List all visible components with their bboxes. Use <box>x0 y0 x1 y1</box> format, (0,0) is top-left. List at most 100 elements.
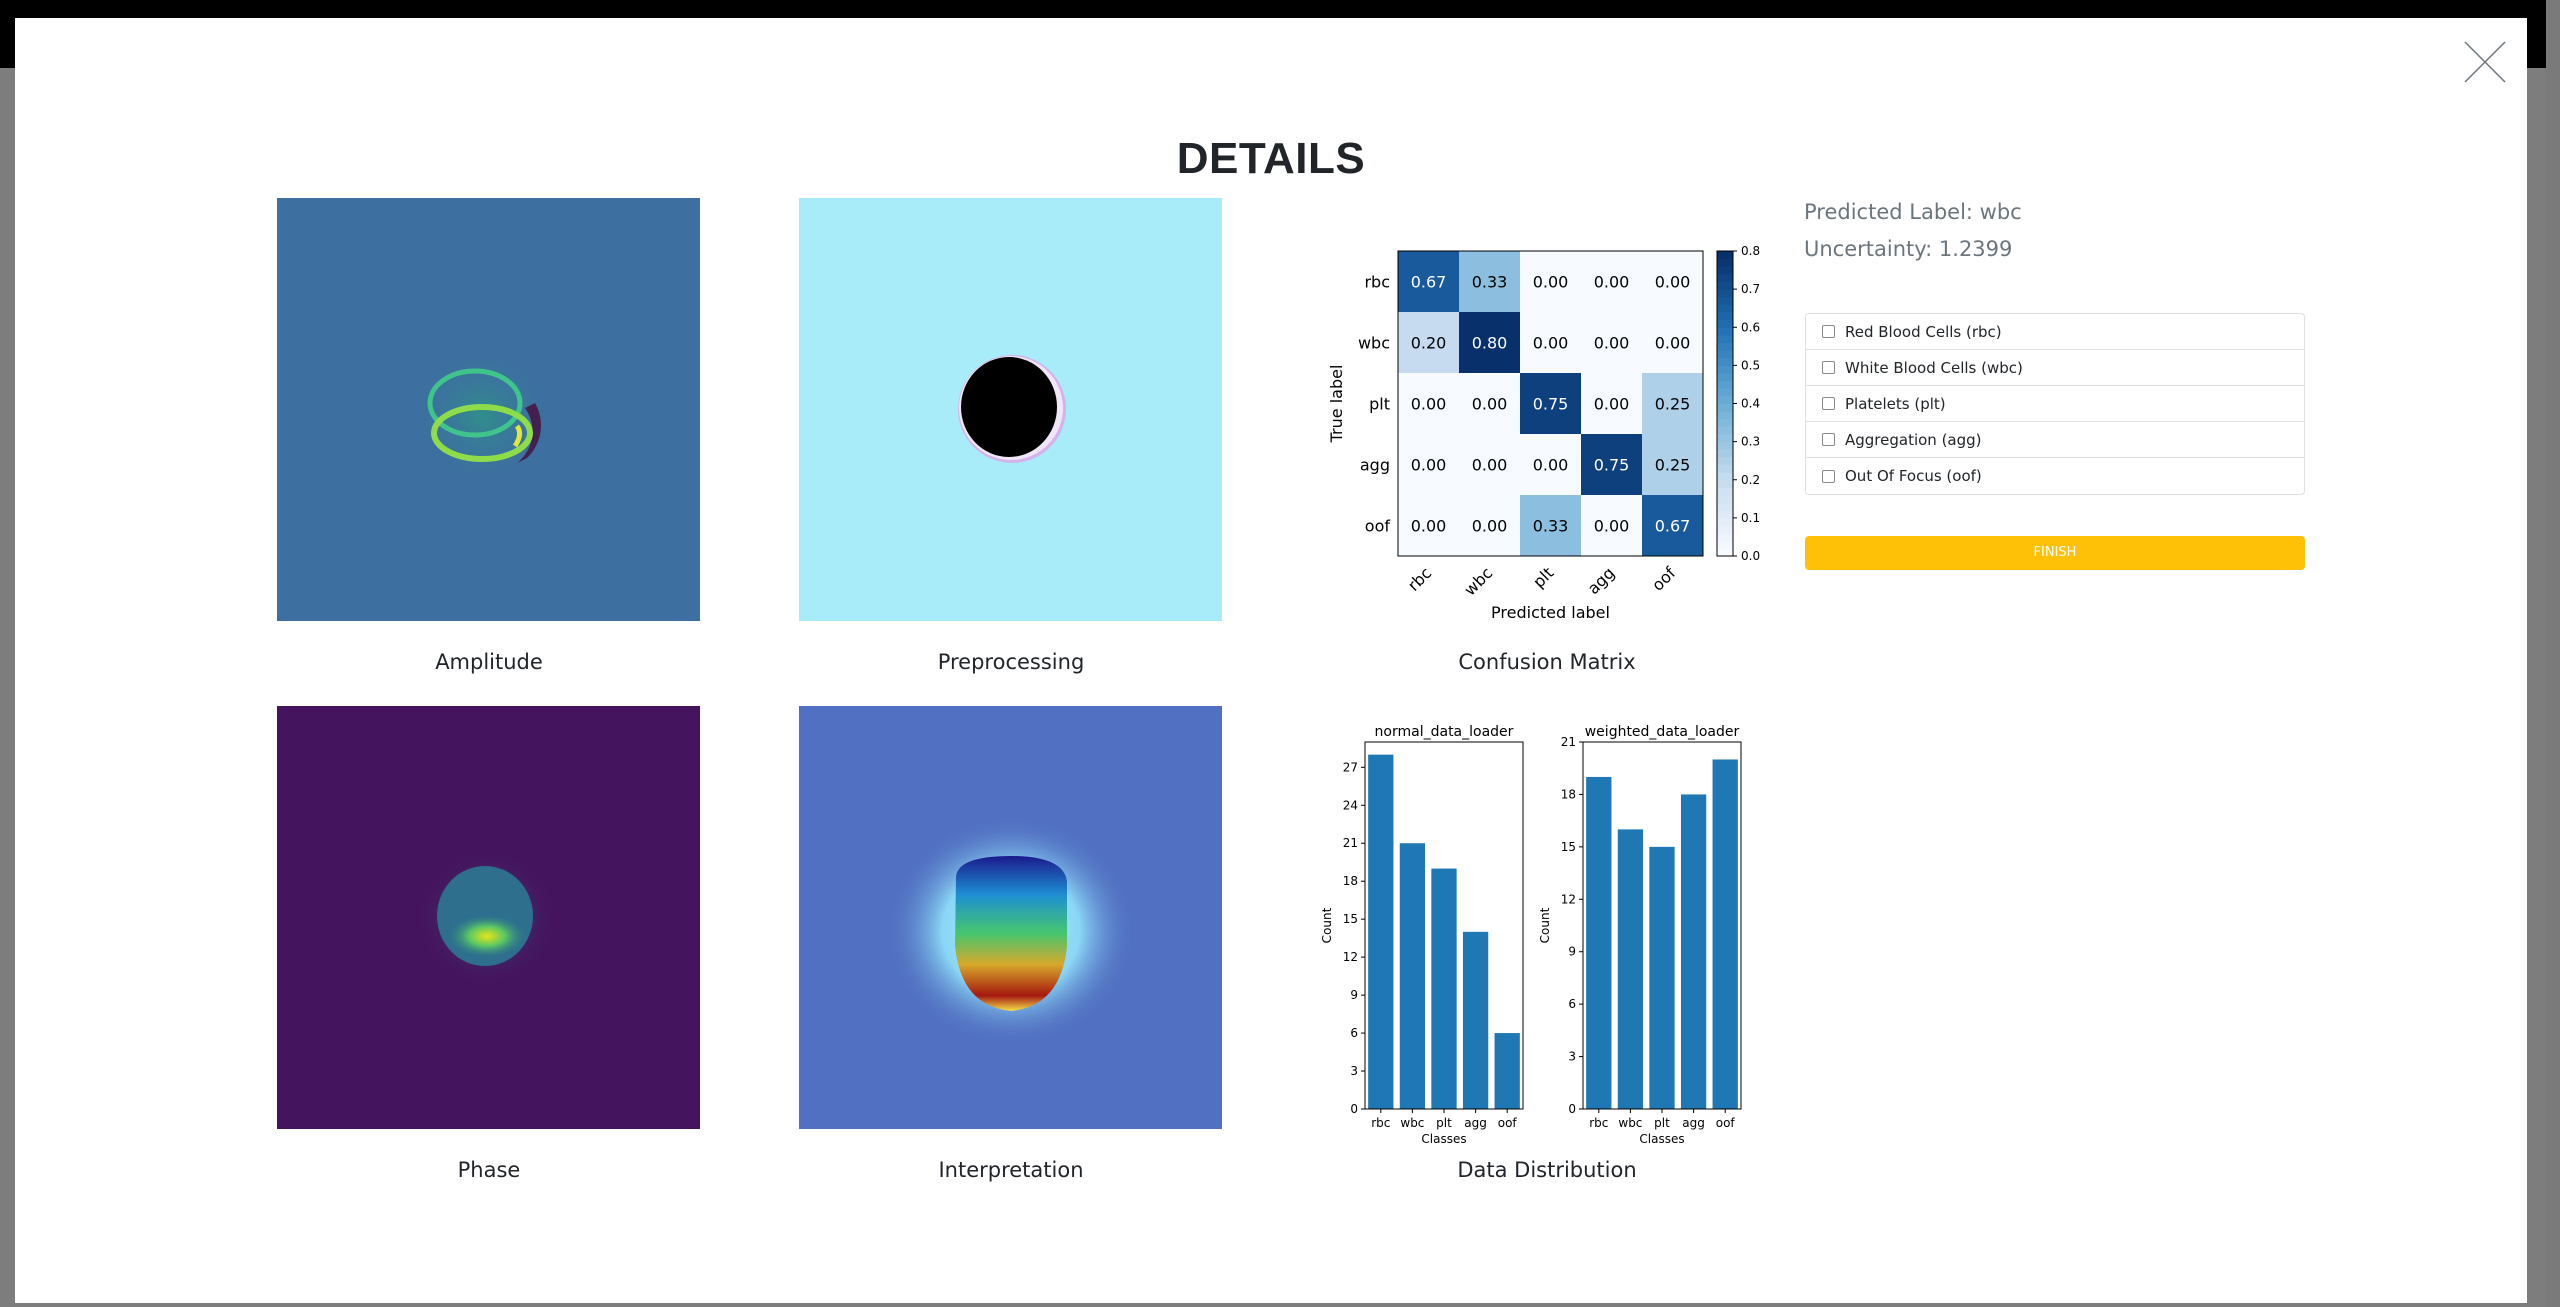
bar-chart-title: weighted_data_loader <box>1585 724 1740 740</box>
cm-value-label: 0.25 <box>1655 456 1691 475</box>
checkbox[interactable] <box>1822 433 1835 446</box>
colorbar-segment <box>1717 327 1733 336</box>
cm-value-label: 0.25 <box>1655 395 1691 414</box>
checkbox[interactable] <box>1822 469 1835 483</box>
amplitude-image <box>277 198 700 621</box>
cm-value-label: 0.75 <box>1594 456 1630 475</box>
y-tick-label: 21 <box>1561 735 1576 749</box>
class-option-label: Out Of Focus (oof) <box>1845 467 1982 485</box>
colorbar-tick-label: 0.7 <box>1741 282 1760 296</box>
y-tick-label: 15 <box>1561 840 1576 854</box>
colorbar-tick-label: 0.4 <box>1741 397 1760 411</box>
y-tick-label: 21 <box>1343 836 1358 850</box>
cm-x-axis-label: Predicted label <box>1491 603 1610 622</box>
bar <box>1649 846 1675 1109</box>
y-tick-label: 9 <box>1350 988 1358 1002</box>
colorbar-segment <box>1717 388 1733 397</box>
cm-value-label: 0.00 <box>1533 334 1569 353</box>
x-tick-label: rbc <box>1589 1116 1608 1130</box>
data-distribution-caption: Data Distribution <box>1457 1158 1637 1182</box>
colorbar-tick-label: 0.5 <box>1741 358 1760 372</box>
y-axis-label: Count <box>1538 907 1552 943</box>
x-tick-label: agg <box>1682 1116 1705 1130</box>
uncertainty-text: Uncertainty: 1.2399 <box>1804 237 2013 261</box>
y-tick-label: 3 <box>1568 1050 1576 1064</box>
scrollbar[interactable] <box>2546 0 2560 1307</box>
cm-value-label: 0.33 <box>1472 273 1508 292</box>
colorbar-segment <box>1717 251 1733 260</box>
x-tick-label: rbc <box>1371 1116 1390 1130</box>
class-option-oof[interactable]: Out Of Focus (oof) <box>1806 458 2304 494</box>
close-button[interactable] <box>2461 38 2509 86</box>
cm-value-label: 0.00 <box>1533 456 1569 475</box>
phase-image <box>277 706 700 1129</box>
details-modal: DETAILS Amplitude Preprocessing 0.67 0.3… <box>15 18 2527 1303</box>
cm-value-label: 0.00 <box>1655 273 1691 292</box>
colorbar-segment <box>1717 411 1733 420</box>
colorbar-segment <box>1717 472 1733 481</box>
colorbar-segment <box>1717 380 1733 389</box>
bar-chart-title: normal_data_loader <box>1375 724 1514 740</box>
close-icon <box>2464 41 2506 83</box>
bar <box>1680 794 1707 1109</box>
class-checkbox-list: Red Blood Cells (rbc) White Blood Cells … <box>1805 313 2305 495</box>
colorbar-segment <box>1717 296 1733 305</box>
colorbar-tick-label: 0.1 <box>1741 511 1760 525</box>
y-axis-label: Count <box>1320 907 1334 943</box>
colorbar-segment <box>1717 273 1733 282</box>
bar <box>1462 931 1489 1109</box>
y-tick-label: 6 <box>1350 1026 1358 1040</box>
data-distribution-chart: normal_data_loader 0 3 6 9 12 15 18 21 24 27 rbc wbc… <box>1315 714 1775 1158</box>
cm-x-tick-label: rbc <box>1404 563 1435 594</box>
class-option-plt[interactable]: Platelets (plt) <box>1806 386 2304 422</box>
colorbar-segment <box>1717 426 1733 435</box>
checkbox[interactable] <box>1822 325 1835 338</box>
checkbox[interactable] <box>1822 397 1835 410</box>
colorbar-segment <box>1717 319 1733 328</box>
colorbar-segment <box>1717 373 1733 382</box>
colorbar-tick-label: 0.0 <box>1741 549 1760 563</box>
cm-y-tick-label: oof <box>1365 517 1391 536</box>
y-tick-label: 24 <box>1343 798 1358 812</box>
x-axis-label: Classes <box>1639 1132 1684 1146</box>
phase-caption: Phase <box>457 1158 521 1182</box>
class-option-label: Aggregation (agg) <box>1845 430 1982 449</box>
class-option-rbc[interactable]: Red Blood Cells (rbc) <box>1806 314 2304 350</box>
cm-value-label: 0.33 <box>1533 517 1569 536</box>
class-option-agg[interactable]: Aggregation (agg) <box>1806 422 2304 458</box>
preprocessing-caption: Preprocessing <box>937 650 1085 674</box>
cm-value-label: 0.00 <box>1472 395 1508 414</box>
checkbox[interactable] <box>1822 361 1835 374</box>
cm-y-tick-label: wbc <box>1358 334 1390 353</box>
colorbar-segment <box>1717 266 1733 275</box>
colorbar-segment <box>1717 304 1733 313</box>
bar <box>1399 843 1426 1109</box>
colorbar-segment <box>1717 342 1733 351</box>
x-axis-label: Classes <box>1421 1132 1466 1146</box>
confusion-matrix-caption: Confusion Matrix <box>1458 650 1636 674</box>
colorbar-segment <box>1717 312 1733 321</box>
data-distribution-svg: normal_data_loader0369121518212427rbc wbc… <box>1320 724 1742 1146</box>
x-tick-label: agg <box>1464 1116 1487 1130</box>
cm-value-label: 0.75 <box>1533 395 1569 414</box>
y-tick-label: 18 <box>1343 874 1358 888</box>
bar <box>1368 754 1394 1109</box>
colorbar-segment <box>1717 479 1733 488</box>
class-option-wbc[interactable]: White Blood Cells (wbc) <box>1806 350 2304 386</box>
x-tick-label: wbc <box>1400 1116 1424 1130</box>
colorbar-segment <box>1717 350 1733 359</box>
colorbar-segment <box>1717 487 1733 496</box>
interpretation-caption: Interpretation <box>938 1158 1084 1182</box>
colorbar-segment <box>1717 395 1733 404</box>
x-tick-label: plt <box>1436 1116 1452 1130</box>
x-tick-label: plt <box>1654 1116 1670 1130</box>
y-tick-label: 12 <box>1343 950 1358 964</box>
colorbar-segment <box>1717 456 1733 465</box>
colorbar-segment <box>1717 441 1733 450</box>
colorbar-segment <box>1717 464 1733 473</box>
confusion-matrix-chart: 0.67 0.33 0.00 0.00 0.00 0.20 0.80 0.00 0.00 0.00… <box>1315 218 1775 642</box>
class-option-label: White Blood Cells (wbc) <box>1845 358 2023 377</box>
finish-button[interactable]: FINISH <box>1805 536 2305 570</box>
predicted-label-text: Predicted Label: wbc <box>1804 200 2022 224</box>
cm-value-label: 0.00 <box>1594 395 1630 414</box>
